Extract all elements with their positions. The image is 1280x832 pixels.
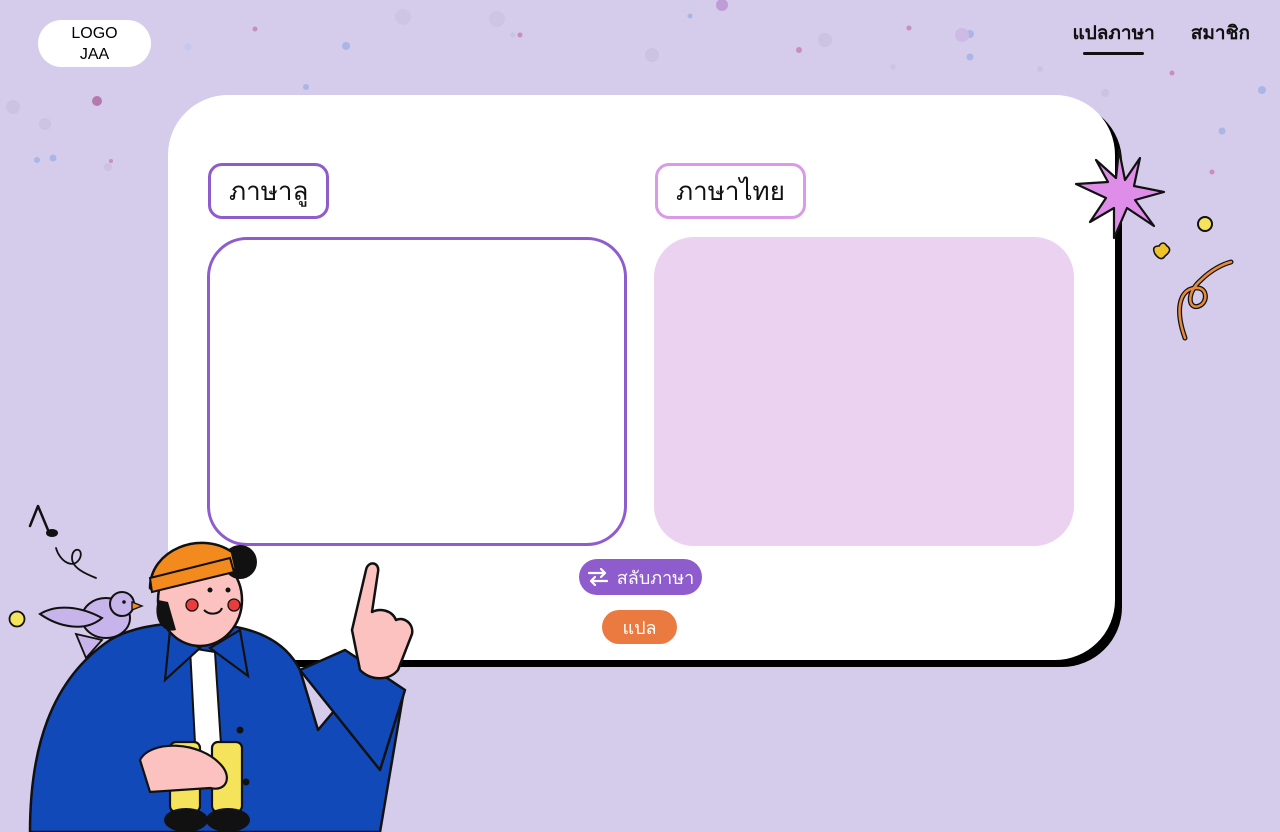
swap-language-button[interactable]: สลับภาษา bbox=[579, 559, 702, 595]
source-text-input[interactable] bbox=[210, 240, 624, 543]
swap-arrows-icon bbox=[587, 567, 608, 587]
translate-button[interactable]: แปล bbox=[602, 610, 677, 644]
swap-button-label: สลับภาษา bbox=[616, 567, 695, 589]
target-language-label[interactable]: ภาษาไทย bbox=[655, 163, 806, 219]
translation-output-box bbox=[654, 237, 1074, 546]
source-text-box[interactable] bbox=[207, 237, 627, 546]
logo[interactable]: LOGO JAA bbox=[38, 20, 151, 67]
translate-button-label: แปล bbox=[622, 617, 657, 639]
top-nav: แปลภาษา สมาชิก bbox=[1072, 18, 1250, 55]
nav-item-members[interactable]: สมาชิก bbox=[1191, 18, 1250, 52]
nav-item-translate[interactable]: แปลภาษา bbox=[1072, 18, 1155, 55]
source-language-label[interactable]: ภาษาลู bbox=[208, 163, 330, 219]
person-pointing-illustration bbox=[28, 541, 414, 832]
confetti-icon bbox=[1152, 216, 1234, 341]
bird-illustration bbox=[38, 591, 144, 660]
